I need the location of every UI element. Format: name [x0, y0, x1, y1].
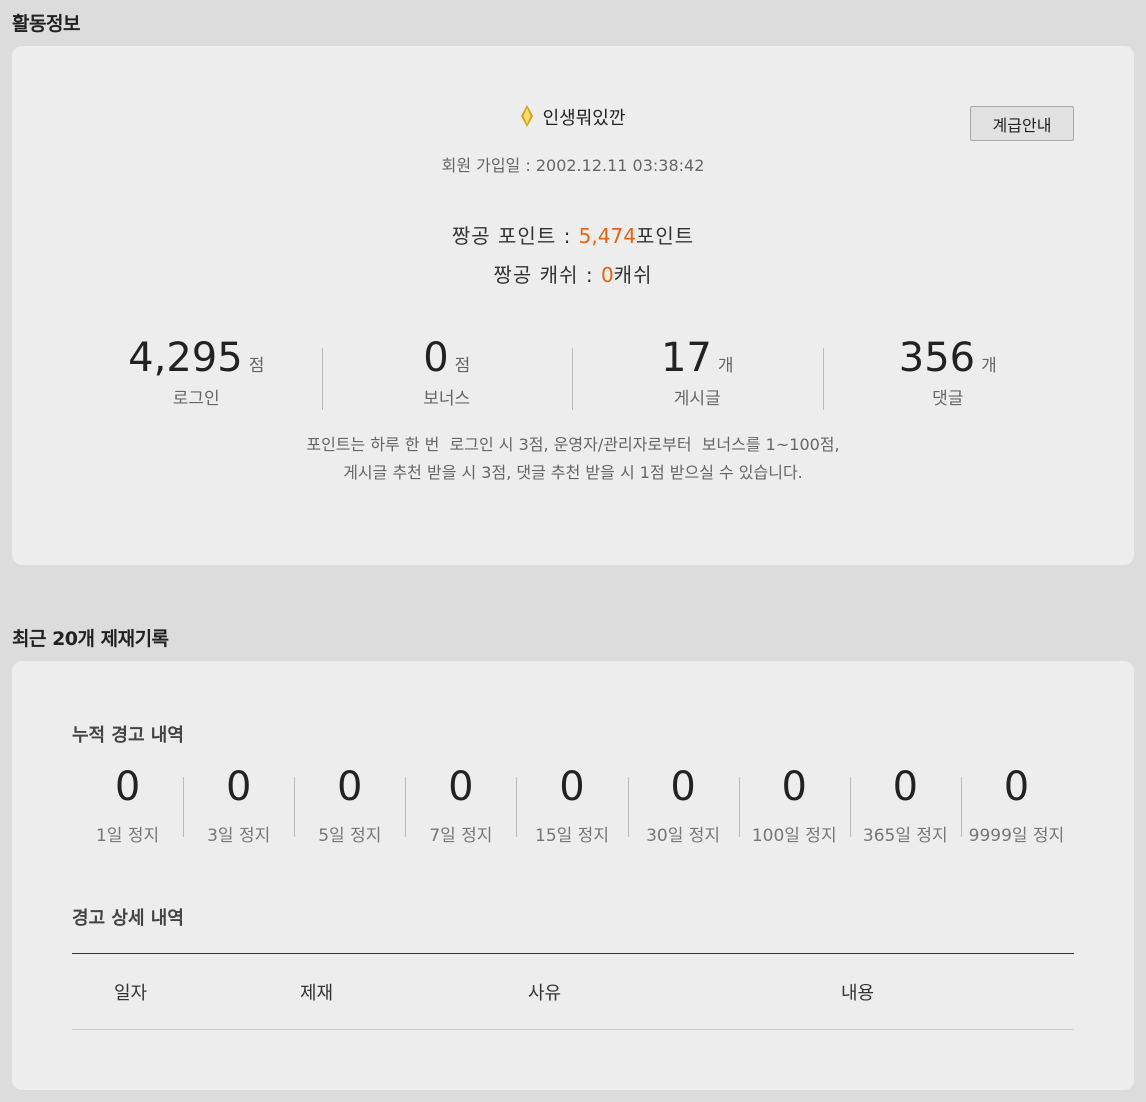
sanction-card: 누적 경고 내역 0 1일 정지 0 3일 정지 0 5일 정지 0 7일 정지 0 15… [12, 661, 1134, 1090]
stat-label: 로그인 [172, 389, 220, 409]
warning-count: 0 [670, 764, 696, 810]
cash-value: 0 [600, 263, 614, 287]
stat-comments: 356 개 댓글 [822, 334, 1074, 410]
join-date: 회원 가입일 : 2002.12.11 03:38:42 [441, 156, 705, 175]
point-value: 5,474 [578, 224, 636, 248]
stat-login: 4,295 점 로그인 [71, 334, 322, 409]
warning-100day: 0 100일 정지 [738, 759, 850, 846]
stat-bonus: 0점 보너스 [321, 334, 573, 410]
warning-5day: 0 5일 정지 [294, 759, 405, 846]
stat-unit: 점 [454, 356, 471, 376]
stat-label: 댓글 [932, 389, 964, 409]
cumulative-warning-title: 누적 경고 내역 [72, 725, 184, 746]
column-sanction: 제재 [258, 953, 486, 1030]
warning-7day: 0 7일 정지 [405, 759, 516, 846]
rank-gem-icon [520, 105, 533, 132]
nickname-row: 인생뭐있깐 [12, 104, 1134, 132]
warning-label: 15일 정지 [535, 826, 609, 846]
warning-label: 3일 정지 [207, 826, 271, 846]
warning-15day: 0 15일 정지 [516, 759, 627, 846]
warning-count: 0 [892, 764, 919, 810]
point-policy-note: 포인트는 하루 한 번 로그인 시 3점, 운영자/관리자로부터 보너스를 1~… [12, 431, 1134, 487]
point-summary: 짱공 포인트 : 5,474포인트 [12, 220, 1134, 249]
activity-stats: 4,295 점 로그인 0점 보너스 17 개 게시글 356 개 댓글 [71, 334, 1074, 410]
column-content: 내용 [799, 953, 1074, 1030]
warning-count: 0 [448, 764, 474, 810]
warning-9999day: 0 9999일 정지 [960, 759, 1072, 846]
note-line: 포인트는 하루 한 번 로그인 시 3점, 운영자/관리자로부터 보너스를 1~… [306, 435, 840, 454]
warning-detail-table: 일자 제재 사유 내용 [72, 953, 1074, 1030]
stat-unit: 점 [248, 356, 265, 376]
warning-label: 1일 정지 [95, 826, 160, 846]
note-line: 게시글 추천 받을 시 3점, 댓글 추천 받을 시 1점 받으실 수 있습니다… [343, 463, 803, 482]
cash-label: 짱공 캐쉬 : [493, 263, 601, 287]
column-date: 일자 [72, 953, 258, 1030]
warning-count: 0 [225, 764, 252, 810]
cash-summary: 짱공 캐쉬 : 0캐쉬 [12, 259, 1134, 288]
stat-value: 0 [423, 335, 449, 381]
stat-unit: 개 [717, 356, 734, 376]
warning-count: 0 [559, 764, 585, 810]
warning-label: 365일 정지 [862, 826, 948, 846]
stat-posts: 17 개 게시글 [572, 334, 823, 410]
stat-label: 보너스 [423, 389, 471, 409]
warning-count: 0 [1003, 764, 1030, 810]
warning-label: 30일 정지 [646, 826, 721, 846]
activity-card: 인생뭐있깐 계급안내 회원 가입일 : 2002.12.11 03:38:42 … [12, 46, 1134, 565]
activity-section-title: 활동정보 [12, 13, 80, 35]
warning-label: 100일 정지 [751, 826, 837, 846]
warning-1day: 0 1일 정지 [72, 759, 183, 846]
grade-guide-button[interactable]: 계급안내 [970, 106, 1074, 141]
stat-label: 게시글 [673, 389, 721, 409]
warning-count: 0 [781, 764, 807, 810]
point-unit: 포인트 [635, 224, 695, 248]
stat-value: 17 [660, 335, 712, 381]
point-label: 짱공 포인트 : [451, 224, 579, 248]
warning-label: 9999일 정지 [968, 826, 1065, 846]
table-header-row: 일자 제재 사유 내용 [72, 953, 1074, 1030]
warning-count: 0 [337, 764, 363, 810]
stat-value: 356 [898, 335, 976, 381]
cash-unit: 캐쉬 [613, 263, 653, 287]
warning-365day: 0 365일 정지 [849, 759, 961, 846]
warning-label: 5일 정지 [318, 826, 382, 846]
stat-unit: 개 [981, 356, 997, 376]
warning-count: 0 [114, 764, 141, 810]
sanction-section-title: 최근 20개 제재기록 [12, 628, 169, 650]
warning-30day: 0 30일 정지 [627, 759, 739, 846]
warning-counts: 0 1일 정지 0 3일 정지 0 5일 정지 0 7일 정지 0 15일 정지 0 30일… [72, 759, 1072, 846]
nickname: 인생뭐있깐 [542, 108, 626, 129]
warning-label: 7일 정지 [429, 826, 493, 846]
stat-value: 4,295 [128, 335, 243, 381]
column-reason: 사유 [486, 953, 799, 1030]
warning-detail-title: 경고 상세 내역 [72, 908, 184, 929]
warning-3day: 0 3일 정지 [183, 759, 294, 846]
